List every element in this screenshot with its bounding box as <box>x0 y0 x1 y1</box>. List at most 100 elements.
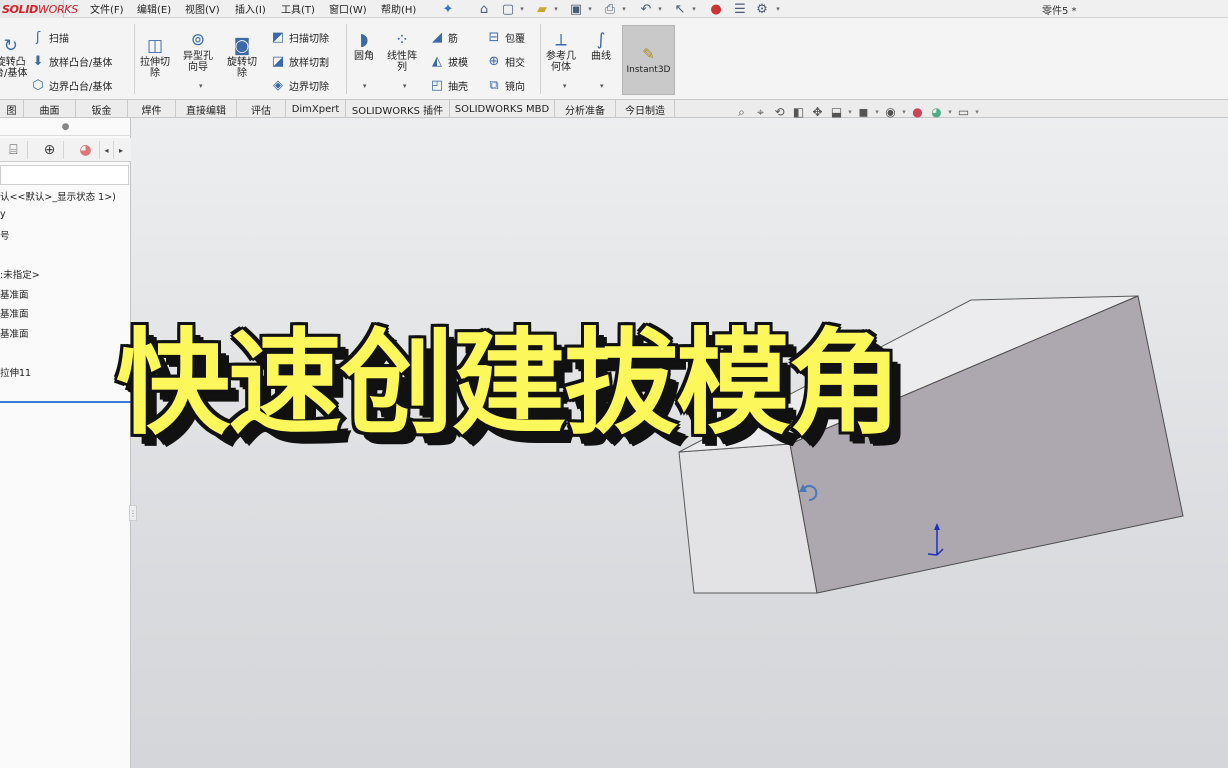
fillet-dropdown-icon[interactable]: ▾ <box>363 82 367 90</box>
menu-insert[interactable]: 插入(I) <box>235 1 266 16</box>
section-view-icon[interactable]: ◧ <box>789 103 808 121</box>
select-dropdown-icon[interactable]: ▾ <box>690 1 698 17</box>
scroll-left-icon[interactable]: ◂ <box>100 141 114 159</box>
print-dropdown-icon[interactable]: ▾ <box>620 1 628 17</box>
print-icon[interactable]: ⎙ <box>602 1 618 17</box>
boundary-boss-button[interactable]: ⬡ 边界凸台/基体 <box>30 77 112 93</box>
sweep-button[interactable]: ʃ 扫描 <box>30 29 69 45</box>
view-settings-dropdown-icon[interactable]: ▾ <box>973 103 981 121</box>
menu-tools[interactable]: 工具(T) <box>281 1 315 16</box>
menu-help[interactable]: 帮助(H) <box>381 1 416 16</box>
curves-dropdown-icon[interactable]: ▾ <box>600 82 604 90</box>
hide-show-items-icon[interactable]: ◉ <box>881 103 900 121</box>
property-manager-icon[interactable]: ⌸ <box>0 141 28 159</box>
tab-solidworks-addins[interactable]: SOLIDWORKS 插件 <box>346 100 450 118</box>
dynamic-annotation-icon[interactable]: ✥ <box>808 103 827 121</box>
wrap-label: 包覆 <box>505 33 525 45</box>
tab-sheet-metal[interactable]: 钣金 <box>76 100 128 118</box>
tree-filter-input[interactable] <box>0 165 129 185</box>
tab-weldments[interactable]: 焊件 <box>128 100 176 118</box>
tree-item-extrude[interactable]: 拉伸11 <box>0 365 31 379</box>
home-icon[interactable]: ⌂ <box>476 1 492 17</box>
linear-pattern-dropdown-icon[interactable]: ▾ <box>403 82 407 90</box>
view-orientation-icon[interactable]: ⬓ <box>827 103 846 121</box>
view-settings-monitor-icon[interactable]: ▭ <box>954 103 973 121</box>
new-document-icon[interactable]: ▢ <box>500 1 516 17</box>
tree-item-top-plane[interactable]: 基准面 <box>0 306 29 320</box>
edit-appearance-icon[interactable]: ● <box>908 103 927 121</box>
hide-show-dropdown-icon[interactable]: ▾ <box>900 103 908 121</box>
shell-button[interactable]: ◰ 抽壳 <box>429 77 468 93</box>
tree-item-material[interactable]: :未指定> <box>0 267 40 281</box>
logo-text-sub: WORKS <box>38 2 78 16</box>
view-orientation-dropdown-icon[interactable]: ▾ <box>846 103 854 121</box>
zoom-to-fit-icon[interactable]: ⌕ <box>732 103 751 121</box>
options-gear-icon[interactable]: ⚙ <box>754 1 770 17</box>
save-icon[interactable]: ▣ <box>568 1 584 17</box>
display-manager-icon[interactable]: ◕ <box>72 141 100 159</box>
tree-item-front-plane[interactable]: 基准面 <box>0 287 29 301</box>
tree-item-config[interactable]: 认<<默认>_显示状态 1>) <box>0 189 116 203</box>
apply-scene-icon[interactable]: ◕ <box>927 103 946 121</box>
reference-geometry-dropdown-icon[interactable]: ▾ <box>563 82 567 90</box>
menu-edit[interactable]: 编辑(E) <box>137 1 171 16</box>
hole-wizard-dropdown-icon[interactable]: ▾ <box>199 82 203 90</box>
tab-surfaces[interactable]: 曲面 <box>24 100 76 118</box>
tab-analysis-prep[interactable]: 分析准备 <box>555 100 616 118</box>
revolve-cut-button[interactable]: ◙ 旋转切 除 <box>227 36 257 79</box>
tab-dimxpert[interactable]: DimXpert <box>286 100 346 118</box>
tab-solidworks-mbd[interactable]: SOLIDWORKS MBD <box>450 100 555 118</box>
zoom-to-area-icon[interactable]: ⌖ <box>751 103 770 121</box>
undo-icon[interactable]: ↶ <box>638 1 654 17</box>
rebuild-traffic-light-icon[interactable]: ● <box>708 1 724 17</box>
save-dropdown-icon[interactable]: ▾ <box>586 1 594 17</box>
open-dropdown-icon[interactable]: ▾ <box>552 1 560 17</box>
previous-view-icon[interactable]: ⟲ <box>770 103 789 121</box>
rib-button[interactable]: ◢ 筋 <box>429 29 458 45</box>
select-cursor-icon[interactable]: ↖ <box>672 1 688 17</box>
menu-file[interactable]: 文件(F) <box>90 1 124 16</box>
tab-evaluate[interactable]: 评估 <box>237 100 286 118</box>
wrap-button[interactable]: ⊟ 包覆 <box>486 29 525 45</box>
tab-sketch[interactable]: 图 <box>0 100 24 118</box>
panel-splitter-handle[interactable]: ⋮ <box>129 505 137 521</box>
draft-button[interactable]: ◭ 拔模 <box>429 53 468 69</box>
tree-item-history[interactable]: y <box>0 209 6 220</box>
panel-grip[interactable]: ● <box>0 118 131 136</box>
undo-dropdown-icon[interactable]: ▾ <box>656 1 664 17</box>
configuration-manager-icon[interactable]: ⊕ <box>36 141 64 159</box>
boundary-cut-button[interactable]: ◈ 边界切除 <box>270 77 329 93</box>
swept-cut-button[interactable]: ◩ 扫描切除 <box>270 29 329 45</box>
scroll-right-icon[interactable]: ▸ <box>114 141 128 159</box>
separator <box>540 24 541 94</box>
rollback-bar[interactable] <box>0 401 131 403</box>
instant3d-button[interactable]: ✎ Instant3D <box>622 25 675 95</box>
linear-pattern-button[interactable]: ⁘ 线性阵 列 <box>387 30 417 73</box>
tab-today-manufacturing[interactable]: 今日制造 <box>616 100 675 118</box>
curves-button[interactable]: ∫ 曲线 <box>590 30 612 62</box>
extrude-cut-button[interactable]: ◫ 拉伸切 除 <box>140 36 170 79</box>
display-style-dropdown-icon[interactable]: ▾ <box>873 103 881 121</box>
mirror-button[interactable]: ⧉ 镜向 <box>486 77 525 93</box>
tree-item-sensors[interactable]: 号 <box>0 228 10 242</box>
tab-direct-editing[interactable]: 直接编辑 <box>176 100 237 118</box>
intersect-button[interactable]: ⊕ 相交 <box>486 53 525 69</box>
apply-scene-dropdown-icon[interactable]: ▾ <box>946 103 954 121</box>
open-folder-icon[interactable]: ▰ <box>534 1 550 17</box>
file-properties-icon[interactable]: ☰ <box>732 1 748 17</box>
new-dropdown-icon[interactable]: ▾ <box>518 1 526 17</box>
fillet-button[interactable]: ◗ 圆角 <box>353 30 375 62</box>
solidworks-logo[interactable]: SOLID WORKS <box>0 0 78 18</box>
tree-item-right-plane[interactable]: 基准面 <box>0 326 29 340</box>
display-style-icon[interactable]: ◼ <box>854 103 873 121</box>
menu-view[interactable]: 视图(V) <box>185 1 220 16</box>
menu-window[interactable]: 窗口(W) <box>329 1 367 16</box>
command-manager: ↻ 旋转凸 台/基体 ʃ 扫描 ⬇ 放样凸台/基体 ⬡ 边界凸台/基体 ◫ 拉伸切 除… <box>0 18 1228 100</box>
reference-geometry-button[interactable]: ⟂ 参考几 何体 <box>546 30 576 73</box>
pin-icon[interactable]: ✦ <box>440 1 456 17</box>
lofted-cut-button[interactable]: ◪ 放样切割 <box>270 53 329 69</box>
revolve-boss-button[interactable]: ↻ 旋转凸 台/基体 <box>0 36 27 79</box>
loft-boss-button[interactable]: ⬇ 放样凸台/基体 <box>30 53 113 69</box>
options-dropdown-icon[interactable]: ▾ <box>774 1 782 17</box>
hole-wizard-button[interactable]: ⊚ 异型孔 向导 <box>183 30 213 73</box>
